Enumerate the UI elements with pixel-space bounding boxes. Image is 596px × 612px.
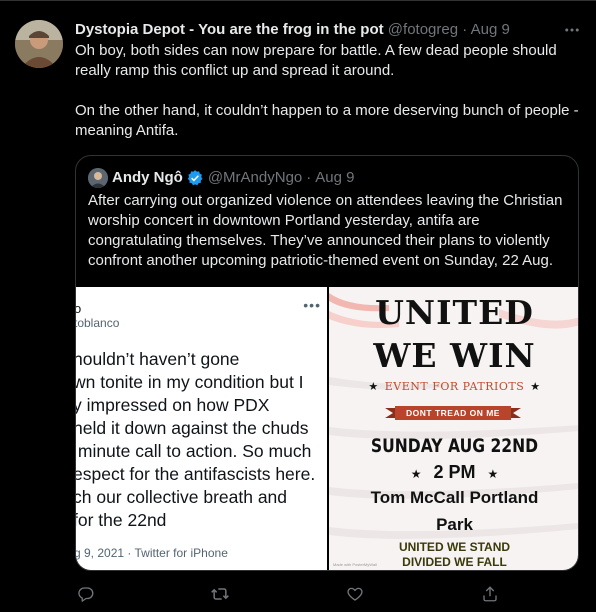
- quoted-author-name: Andy Ngô: [112, 169, 183, 186]
- image-meta-text: g 9, 2021 · Twitter for iPhone: [76, 546, 228, 560]
- share-icon[interactable]: [479, 583, 501, 605]
- quoted-tweet-header: Andy Ngô @MrAndyNgo · Aug 9: [88, 168, 354, 188]
- poster-place-line-2: Park: [436, 515, 473, 534]
- heart-icon[interactable]: [344, 583, 366, 605]
- poster-banner-text: DONT TREAD ON ME: [406, 408, 500, 418]
- quoted-tweet-date: Aug 9: [315, 169, 355, 186]
- image-handle-fragment-2: toblanco: [76, 316, 120, 330]
- poster-line-united: UNITED: [375, 293, 534, 332]
- star-icon: ★: [368, 380, 379, 393]
- poster-place-line-1: Tom McCall Portland: [370, 488, 539, 507]
- quoted-tweet-text: After carrying out organized violence on…: [88, 192, 563, 269]
- more-icon[interactable]: [560, 18, 584, 42]
- star-icon: ★: [487, 467, 499, 481]
- header-separator: ·: [462, 21, 468, 38]
- retweet-icon[interactable]: [209, 583, 231, 605]
- tweet-header: Dystopia Depot - You are the frog in the…: [75, 20, 510, 40]
- poster-event-line: ★ EVENT FOR PATRIOTS ★: [329, 380, 578, 393]
- reply-icon[interactable]: [75, 583, 97, 605]
- image-more-icon: •••: [303, 297, 321, 313]
- tweet-actions-bar: [75, 583, 585, 605]
- verified-badge-icon: [186, 169, 204, 187]
- quoted-tweet[interactable]: Andy Ngô @MrAndyNgo · Aug 9 After carryi…: [75, 155, 579, 571]
- star-icon: ★: [530, 380, 541, 393]
- poster-time-line: ★ 2 PM ★: [329, 462, 578, 483]
- poster-event-text: EVENT FOR PATRIOTS: [384, 380, 525, 393]
- tweet-date[interactable]: Aug 9: [471, 21, 510, 38]
- star-icon: ★: [410, 467, 422, 481]
- poster-time: 2 PM: [433, 462, 476, 482]
- poster-credit: Made with PosterMyWall: [333, 562, 377, 567]
- poster-line-we-win: WE WIN: [373, 336, 536, 375]
- quoted-tweet-media[interactable]: o toblanco ••• houldn’t haven’t gone wn …: [76, 287, 578, 570]
- avatar-image: [15, 20, 63, 68]
- author-avatar[interactable]: [15, 20, 63, 68]
- author-name[interactable]: Dystopia Depot - You are the frog in the…: [75, 21, 384, 38]
- poster-slogan-1: UNITED WE STAND: [398, 540, 511, 554]
- poster-image[interactable]: UNITED WE WIN ★ EVENT FOR PATRIOTS ★ DONT …: [329, 287, 578, 570]
- quoted-author-avatar: [88, 168, 108, 188]
- screenshot-image[interactable]: o toblanco ••• houldn’t haven’t gone wn …: [76, 287, 327, 570]
- image-handle-fragment: o: [76, 301, 81, 316]
- quoted-header-separator: ·: [306, 169, 312, 186]
- poster-date: SUNDAY AUG 22ND: [370, 435, 539, 457]
- tweet-text: Oh boy, both sides can now prepare for b…: [75, 42, 579, 139]
- author-handle[interactable]: @fotogreg: [388, 21, 458, 38]
- top-divider: [0, 0, 596, 1]
- quoted-author-handle: @MrAndyNgo: [207, 169, 303, 186]
- image-body-text: houldn’t haven’t gone wn tonite in my co…: [76, 349, 316, 530]
